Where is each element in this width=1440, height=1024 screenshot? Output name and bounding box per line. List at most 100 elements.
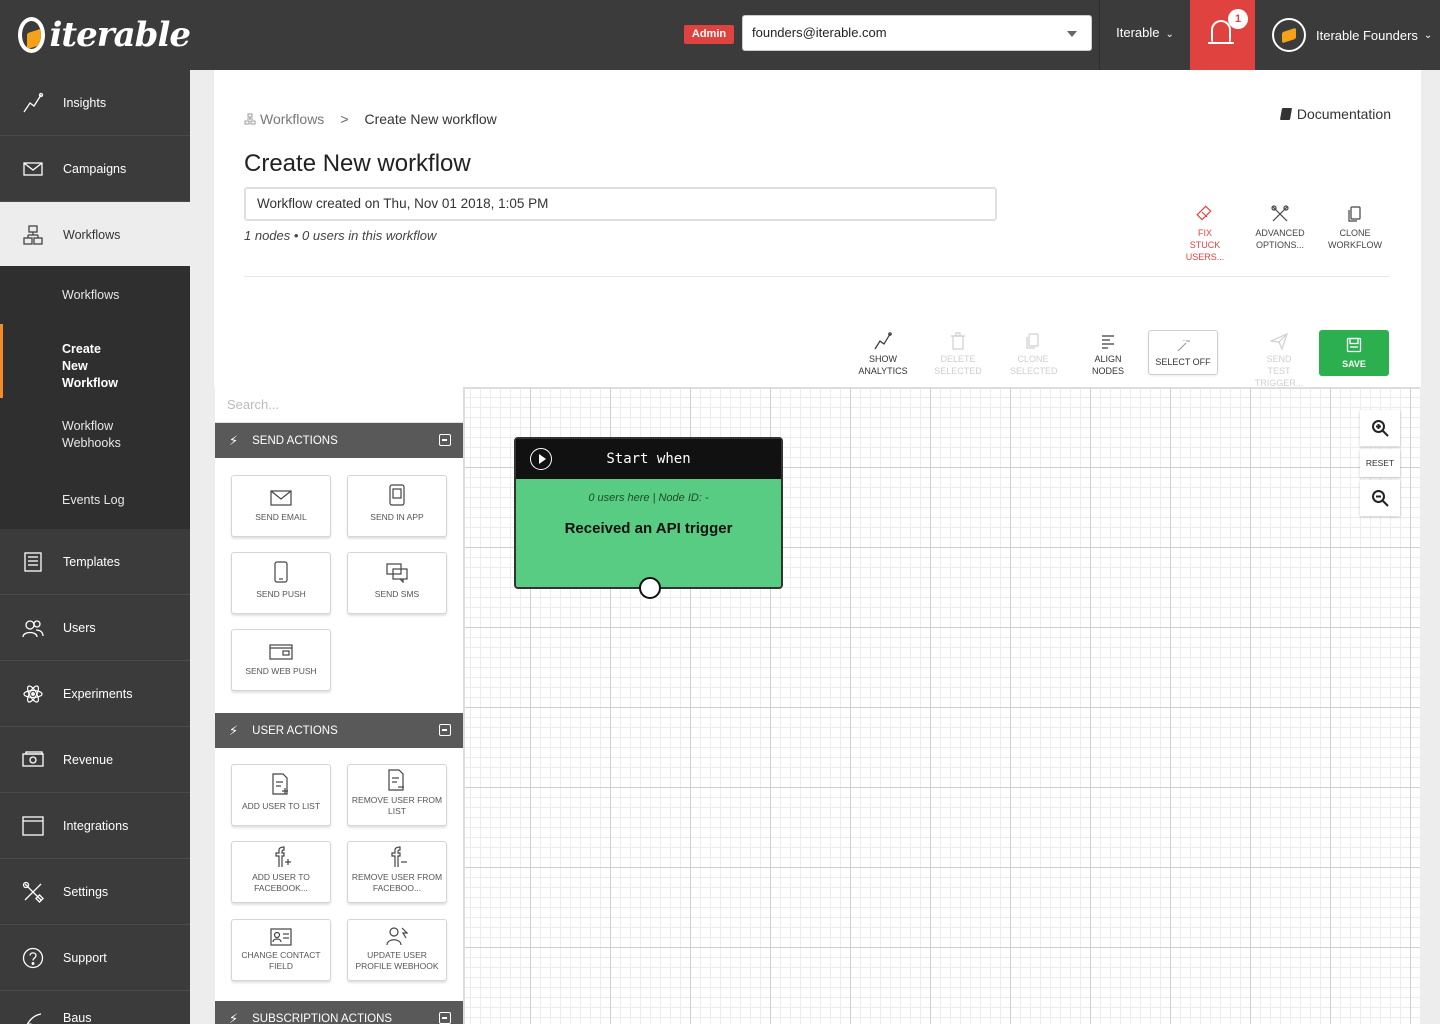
revenue-icon bbox=[22, 749, 44, 771]
user-menu[interactable]: Iterable Founders ⌄ bbox=[1256, 0, 1440, 70]
sidebar-item-integrations[interactable]: Integrations bbox=[0, 793, 190, 859]
brand-name: iterable bbox=[49, 15, 191, 55]
project-menu[interactable]: Iterable ⌄ bbox=[1100, 0, 1190, 70]
sidebar-item-settings[interactable]: Settings bbox=[0, 859, 190, 925]
show-analytics-label: Show analytics bbox=[858, 354, 908, 376]
subnav-item-create-new-workflow[interactable]: Create New Workflow bbox=[0, 324, 128, 398]
chat-icon bbox=[348, 553, 446, 583]
baus-icon bbox=[22, 1011, 44, 1024]
subnav-item-workflows[interactable]: Workflows bbox=[0, 287, 190, 304]
facebook-add-icon bbox=[232, 842, 330, 868]
subnav-item-events-log[interactable]: Events Log bbox=[0, 492, 190, 509]
users-icon bbox=[22, 617, 44, 639]
section-title: Subscription Actions bbox=[252, 1012, 393, 1024]
tile-label: Send SMS bbox=[374, 589, 420, 599]
user-actions-header[interactable]: ⚡︎ User Actions bbox=[215, 713, 463, 748]
envelope-icon bbox=[232, 476, 330, 506]
contact-card-icon bbox=[232, 920, 330, 946]
section-title: User Actions bbox=[252, 724, 338, 737]
delete-selected-button[interactable]: Delete selected bbox=[923, 330, 993, 377]
clone-workflow-button[interactable]: Clone workflow bbox=[1320, 203, 1390, 251]
documentation-link[interactable]: Documentation bbox=[1279, 106, 1391, 122]
tile-label: Send in app bbox=[370, 512, 424, 522]
collapse-icon[interactable] bbox=[439, 434, 451, 446]
fix-stuck-users-label: Fix stuck users... bbox=[1185, 228, 1225, 262]
send-push-tile[interactable]: Send push bbox=[231, 552, 331, 614]
zoom-in-button[interactable] bbox=[1360, 410, 1400, 446]
zoom-reset-button[interactable]: Reset bbox=[1360, 449, 1400, 477]
clone-selected-button[interactable]: Clone selected bbox=[998, 330, 1068, 377]
change-contact-field-tile[interactable]: Change contact field bbox=[231, 919, 331, 981]
remove-user-from-list-tile[interactable]: Remove user from list bbox=[347, 764, 447, 826]
sidebar-item-revenue[interactable]: Revenue bbox=[0, 727, 190, 793]
sidebar-item-users[interactable]: Users bbox=[0, 595, 190, 661]
add-user-to-facebook-tile[interactable]: Add user to Facebook... bbox=[231, 841, 331, 903]
send-in-app-tile[interactable]: Send in app bbox=[347, 475, 447, 537]
subscription-actions-header[interactable]: ⚡︎ Subscription Actions bbox=[215, 1001, 463, 1024]
sidebar-item-workflows[interactable]: Workflows bbox=[0, 202, 190, 268]
sidebar-item-support[interactable]: Support bbox=[0, 925, 190, 991]
update-user-profile-webhook-tile[interactable]: Update user profile webhook bbox=[347, 919, 447, 981]
documentation-label: Documentation bbox=[1296, 106, 1391, 122]
align-nodes-label: Align nodes bbox=[1091, 354, 1124, 376]
node-output-port[interactable] bbox=[639, 577, 661, 599]
select-off-toggle[interactable]: Select off bbox=[1148, 330, 1218, 375]
advanced-options-label: Advanced options... bbox=[1255, 228, 1305, 250]
tile-label: Send push bbox=[256, 589, 306, 599]
node-meta: 0 users here | Node ID: - bbox=[588, 492, 709, 504]
avatar bbox=[1272, 18, 1306, 52]
zoom-out-button[interactable] bbox=[1360, 480, 1400, 516]
breadcrumb-root-link[interactable]: Workflows bbox=[260, 111, 324, 127]
sidebar-item-insights[interactable]: Insights bbox=[0, 70, 190, 136]
tile-label: Change contact field bbox=[241, 950, 321, 971]
align-nodes-button[interactable]: Align nodes bbox=[1073, 330, 1143, 377]
sidebar-item-experiments[interactable]: Experiments bbox=[0, 661, 190, 727]
send-web-push-tile[interactable]: Send web push bbox=[231, 629, 331, 691]
save-icon bbox=[1319, 337, 1389, 355]
mobile-icon bbox=[232, 553, 330, 583]
top-bar: iterable Admin founders@iterable.com Ite… bbox=[0, 0, 1440, 70]
brand-logo[interactable]: iterable bbox=[0, 0, 191, 70]
notification-count-badge: 1 bbox=[1228, 9, 1248, 29]
workflow-description-input[interactable]: Workflow created on Thu, Nov 01 2018, 1:… bbox=[244, 187, 997, 221]
sidebar-item-label: Experiments bbox=[63, 686, 133, 701]
save-button[interactable]: Save bbox=[1319, 330, 1389, 376]
sidebar-item-baus[interactable]: Baus bbox=[0, 991, 190, 1024]
zoom-out-icon bbox=[1372, 490, 1389, 507]
send-icon bbox=[1244, 330, 1314, 352]
tile-label: Update user profile webhook bbox=[355, 950, 439, 971]
sidebar-item-templates[interactable]: Templates bbox=[0, 529, 190, 595]
palette-search-input[interactable]: Search... bbox=[215, 387, 463, 423]
browser-icon bbox=[232, 630, 330, 660]
notifications-button[interactable]: 1 bbox=[1190, 0, 1255, 70]
subnav-item-workflow-webhooks[interactable]: Workflow Webhooks bbox=[0, 418, 160, 452]
organization-select[interactable]: founders@iterable.com bbox=[742, 15, 1092, 51]
send-actions-header[interactable]: ⚡︎ Send Actions bbox=[215, 423, 463, 458]
tools-icon bbox=[1245, 203, 1315, 225]
bolt-icon: ⚡︎ bbox=[229, 722, 239, 738]
bolt-icon: ⚡︎ bbox=[229, 1010, 239, 1024]
node-trigger-label: Received an API trigger bbox=[564, 520, 733, 537]
section-title: Send Actions bbox=[252, 434, 338, 447]
send-email-tile[interactable]: Send email bbox=[231, 475, 331, 537]
collapse-icon[interactable] bbox=[439, 724, 451, 736]
sidebar-item-campaigns[interactable]: Campaigns bbox=[0, 136, 190, 202]
add-user-to-list-tile[interactable]: Add user to list bbox=[231, 764, 331, 826]
sidebar-item-label: Campaigns bbox=[63, 161, 127, 176]
play-icon bbox=[530, 448, 552, 470]
sidebar-item-label: Integrations bbox=[63, 818, 129, 833]
fix-stuck-users-button[interactable]: Fix stuck users... bbox=[1170, 203, 1240, 263]
collapse-icon[interactable] bbox=[439, 1012, 451, 1024]
workflow-header-panel: Workflows > Create New workflow Document… bbox=[214, 70, 1421, 387]
chevron-down-icon: ⌄ bbox=[1423, 29, 1433, 41]
chart-line-icon bbox=[22, 92, 44, 114]
select-off-label: Select off bbox=[1155, 357, 1211, 367]
remove-user-from-facebook-tile[interactable]: Remove user from Faceboo... bbox=[347, 841, 447, 903]
show-analytics-button[interactable]: Show analytics bbox=[848, 330, 918, 377]
send-test-trigger-button[interactable]: Send test trigger... bbox=[1244, 330, 1314, 389]
send-sms-tile[interactable]: Send SMS bbox=[347, 552, 447, 614]
in-app-icon bbox=[348, 476, 446, 506]
advanced-options-button[interactable]: Advanced options... bbox=[1245, 203, 1315, 251]
breadcrumb-current: Create New workflow bbox=[364, 111, 497, 127]
start-node[interactable]: Start when 0 users here | Node ID: - Rec… bbox=[514, 437, 783, 599]
